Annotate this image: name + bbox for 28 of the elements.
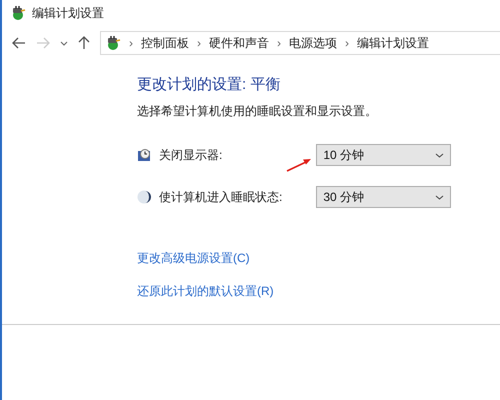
chevron-down-icon [435, 194, 444, 200]
breadcrumb-item[interactable]: 硬件和声音 [209, 34, 269, 52]
breadcrumb-separator[interactable]: › [197, 36, 201, 50]
up-arrow-icon[interactable] [78, 36, 90, 50]
breadcrumb-item[interactable]: 控制面板 [141, 34, 189, 52]
setting-label: 关闭显示器: [159, 146, 222, 164]
breadcrumb-item[interactable]: 电源选项 [289, 34, 337, 52]
description-text: 选择希望计算机使用的睡眠设置和显示设置。 [137, 103, 378, 120]
address-bar[interactable]: › 控制面板 › 硬件和声音 › 电源选项 › 编辑计划设置 [100, 31, 500, 55]
back-icon[interactable] [12, 37, 26, 49]
monitor-clock-icon [137, 148, 151, 162]
setting-label: 使计算机进入睡眠状态: [159, 188, 282, 206]
settings-link[interactable]: 更改高级电源设置(C) [137, 250, 250, 267]
chevron-down-icon [435, 152, 444, 158]
time-dropdown[interactable]: 10 分钟 [316, 144, 452, 166]
breadcrumb-separator[interactable]: › [129, 36, 133, 50]
breadcrumb-separator[interactable]: › [345, 36, 349, 50]
time-dropdown[interactable]: 30 分钟 [316, 186, 452, 208]
breadcrumb-item[interactable]: 编辑计划设置 [357, 34, 429, 52]
breadcrumb-separator[interactable]: › [277, 36, 281, 50]
power-plan-icon [105, 35, 121, 51]
window-title: 编辑计划设置 [32, 4, 104, 22]
moon-icon [137, 190, 151, 204]
settings-link[interactable]: 还原此计划的默认设置(R) [137, 283, 274, 300]
page-heading: 更改计划的设置: 平衡 [137, 75, 282, 94]
chevron-down-icon[interactable] [60, 40, 68, 46]
annotation-arrow [286, 158, 312, 172]
power-plan-icon [10, 5, 26, 21]
